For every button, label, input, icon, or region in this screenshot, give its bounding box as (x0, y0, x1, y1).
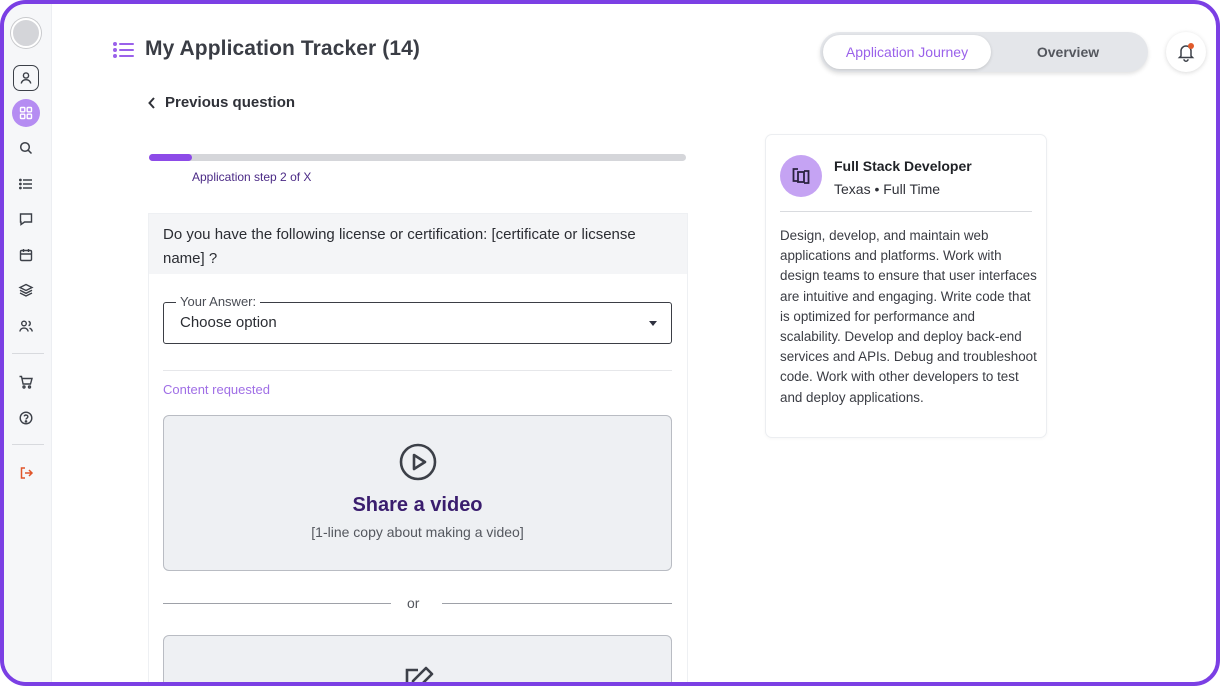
play-circle-icon (399, 443, 436, 481)
tab-application-journey[interactable]: Application Journey (823, 35, 991, 69)
share-video-subtitle: [1-line copy about making a video] (311, 524, 524, 540)
or-separator: or (163, 594, 672, 614)
job-meta: Texas • Full Time (834, 181, 941, 197)
app-frame: My Application Tracker (14) Application … (0, 0, 1220, 686)
previous-question-link[interactable]: Previous question (147, 94, 295, 111)
progress-bar (149, 154, 686, 161)
progress-fill (149, 154, 192, 161)
list-icon (19, 178, 32, 190)
sidebar-divider (12, 444, 44, 445)
search-icon (19, 141, 33, 155)
view-toggle: Application Journey Overview (820, 32, 1148, 72)
divider (780, 211, 1032, 212)
job-description: Design, develop, and maintain web applic… (780, 228, 1037, 405)
job-title: Full Stack Developer (834, 158, 972, 174)
logout-icon (20, 467, 34, 479)
edit-icon (405, 666, 433, 682)
sidebar-item-dashboard[interactable] (12, 99, 40, 127)
avatar[interactable] (11, 18, 41, 48)
chat-icon (19, 213, 33, 226)
sidebar-item-messages[interactable] (13, 206, 39, 232)
share-video-title: Share a video (352, 494, 483, 516)
answer-select[interactable]: Your Answer: Choose option (163, 294, 672, 344)
sidebar-item-search[interactable] (13, 135, 39, 161)
user-icon (20, 72, 32, 84)
sidebar-divider (12, 353, 44, 354)
caret-down-icon (649, 321, 657, 326)
calendar-icon (19, 249, 33, 262)
sidebar-item-cart[interactable] (13, 369, 39, 395)
sidebar (4, 4, 52, 682)
write-response-button[interactable] (163, 635, 672, 682)
users-icon (19, 320, 33, 332)
sidebar-item-calendar[interactable] (13, 242, 39, 268)
sidebar-item-profile[interactable] (13, 65, 39, 91)
tab-overview[interactable]: Overview (992, 35, 1144, 69)
or-line (442, 603, 672, 604)
answer-value: Choose option (180, 314, 277, 331)
previous-question-label: Previous question (165, 94, 296, 111)
or-label: or (407, 595, 420, 611)
content-requested-label: Content requested (163, 382, 270, 397)
grid-icon (19, 106, 33, 120)
divider (163, 370, 672, 371)
sidebar-item-list[interactable] (13, 171, 39, 197)
sidebar-item-help[interactable] (13, 405, 39, 431)
sidebar-item-people[interactable] (13, 313, 39, 339)
job-card: Full Stack Developer Texas • Full Time D… (766, 135, 1046, 437)
answer-label: Your Answer: (176, 294, 261, 309)
or-line (163, 603, 391, 604)
chevron-left-icon (148, 96, 155, 109)
question-card: Do you have the following license or cer… (149, 214, 687, 682)
cart-icon (19, 375, 33, 389)
menu-list-icon[interactable] (112, 38, 136, 62)
notifications-button[interactable] (1166, 32, 1206, 72)
page-title: My Application Tracker (14) (145, 37, 421, 60)
question-text: Do you have the following license or cer… (149, 214, 687, 274)
layers-icon (18, 283, 34, 297)
progress-label: Application step 2 of X (192, 170, 312, 184)
copy-icon (792, 168, 810, 184)
help-icon (19, 411, 33, 425)
sidebar-item-logout[interactable] (13, 460, 39, 486)
sidebar-item-layers[interactable] (13, 277, 39, 303)
notification-dot (1188, 43, 1194, 49)
company-logo (780, 155, 822, 197)
share-video-button[interactable]: Share a video [1-line copy about making … (163, 415, 672, 571)
